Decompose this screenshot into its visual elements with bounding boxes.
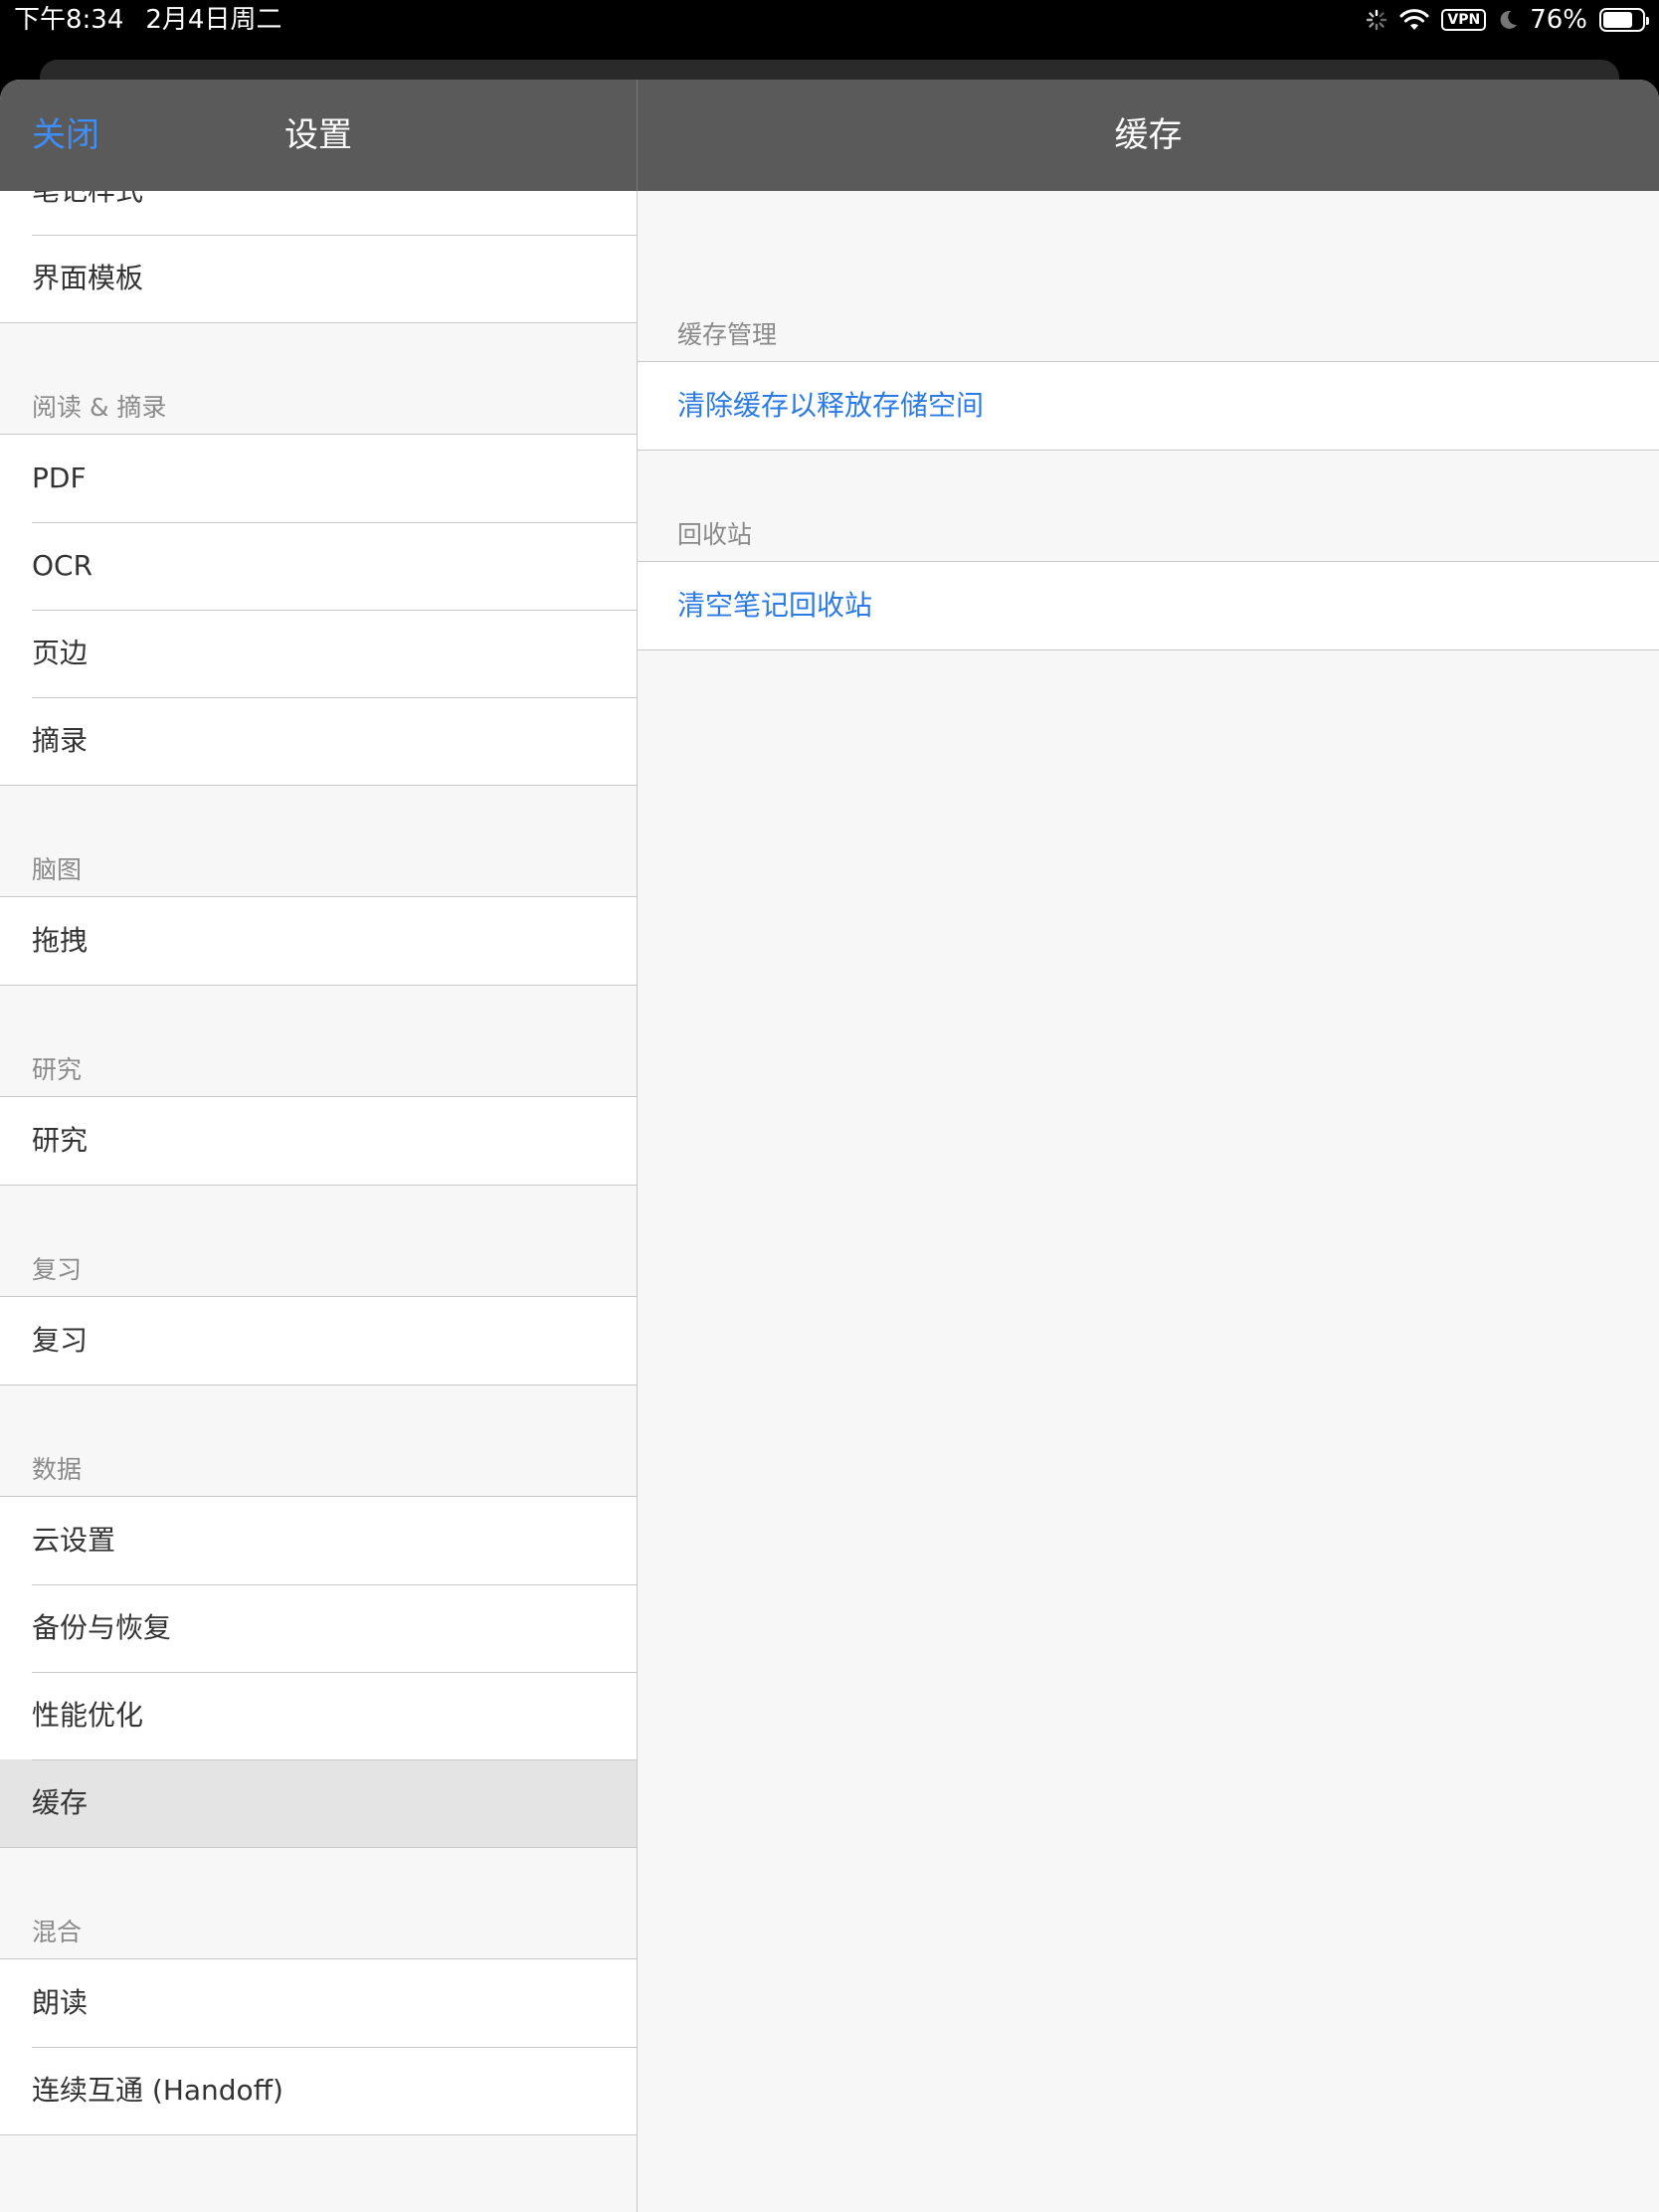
battery-percent: 76%: [1530, 5, 1587, 35]
sidebar-item-backup-restore[interactable]: 备份与恢复: [0, 1584, 637, 1672]
settings-group-top: 笔记样式 界面模板: [0, 191, 637, 323]
section-header-mindmap: 脑图: [32, 855, 83, 884]
trash-group: 清空笔记回收站: [638, 561, 1659, 650]
section-header-trash: 回收站: [677, 520, 753, 549]
sidebar-item-margin[interactable]: 页边: [0, 610, 637, 697]
navigation-bar: 设置 关闭 缓存: [0, 80, 1659, 191]
moon-icon: [1500, 10, 1518, 29]
master-nav: 设置 关闭: [0, 80, 637, 191]
settings-sheet: 设置 关闭 缓存 笔记样式 界面模板 阅读 & 摘录 PDF OCR 页边 摘录…: [0, 80, 1659, 2212]
settings-group-review: 复习: [0, 1296, 637, 1385]
close-button[interactable]: 关闭: [32, 80, 99, 191]
sidebar-item-ocr[interactable]: OCR: [0, 522, 637, 610]
settings-group-mindmap: 拖拽: [0, 896, 637, 986]
sidebar-item-handoff[interactable]: 连续互通 (Handoff): [0, 2047, 637, 2134]
detail-title: 缓存: [1114, 115, 1183, 155]
sidebar-item-note-style[interactable]: 笔记样式: [0, 191, 637, 235]
section-header-reading: 阅读 & 摘录: [32, 393, 167, 422]
clear-cache-button[interactable]: 清除缓存以释放存储空间: [638, 362, 1659, 450]
cache-detail-pane: 缓存管理 清除缓存以释放存储空间 回收站 清空笔记回收站: [638, 191, 1659, 2212]
settings-group-mixed: 朗读 连续互通 (Handoff): [0, 1958, 637, 2135]
section-header-review: 复习: [32, 1255, 83, 1284]
status-bar: 下午8:34 2月4日周二 VPN 76%: [0, 0, 1659, 56]
wifi-icon: [1399, 9, 1429, 30]
section-header-research: 研究: [32, 1055, 83, 1084]
settings-group-data: 云设置 备份与恢复 性能优化 缓存: [0, 1496, 637, 1848]
sidebar-item-review[interactable]: 复习: [0, 1297, 637, 1384]
settings-sidebar[interactable]: 笔记样式 界面模板 阅读 & 摘录 PDF OCR 页边 摘录 脑图 拖拽 研究…: [0, 191, 637, 2212]
battery-fill: [1603, 12, 1632, 28]
sidebar-item-research[interactable]: 研究: [0, 1097, 637, 1185]
sidebar-item-cloud-settings[interactable]: 云设置: [0, 1497, 637, 1584]
status-time-date: 下午8:34 2月4日周二: [14, 4, 303, 36]
status-time: 下午8:34: [14, 5, 124, 35]
status-date: 2月4日周二: [145, 5, 282, 35]
sidebar-item-drag[interactable]: 拖拽: [0, 897, 637, 985]
sidebar-item-pdf[interactable]: PDF: [0, 435, 637, 522]
sidebar-item-excerpt[interactable]: 摘录: [0, 697, 637, 785]
empty-trash-button[interactable]: 清空笔记回收站: [638, 562, 1659, 649]
status-indicators: VPN 76%: [1366, 4, 1649, 36]
battery-icon: [1599, 8, 1649, 32]
section-header-cache-management: 缓存管理: [677, 320, 778, 349]
sidebar-item-cache[interactable]: 缓存: [0, 1759, 637, 1847]
section-header-data: 数据: [32, 1455, 83, 1484]
sidebar-item-performance[interactable]: 性能优化: [0, 1672, 637, 1759]
section-header-mixed: 混合: [32, 1918, 83, 1946]
sidebar-item-ui-template[interactable]: 界面模板: [0, 235, 637, 322]
vpn-badge: VPN: [1441, 9, 1487, 31]
settings-group-reading: PDF OCR 页边 摘录: [0, 434, 637, 786]
activity-spinner-icon: [1367, 9, 1387, 31]
settings-group-research: 研究: [0, 1096, 637, 1186]
sidebar-item-read-aloud[interactable]: 朗读: [0, 1959, 637, 2047]
cache-management-group: 清除缓存以释放存储空间: [638, 361, 1659, 451]
